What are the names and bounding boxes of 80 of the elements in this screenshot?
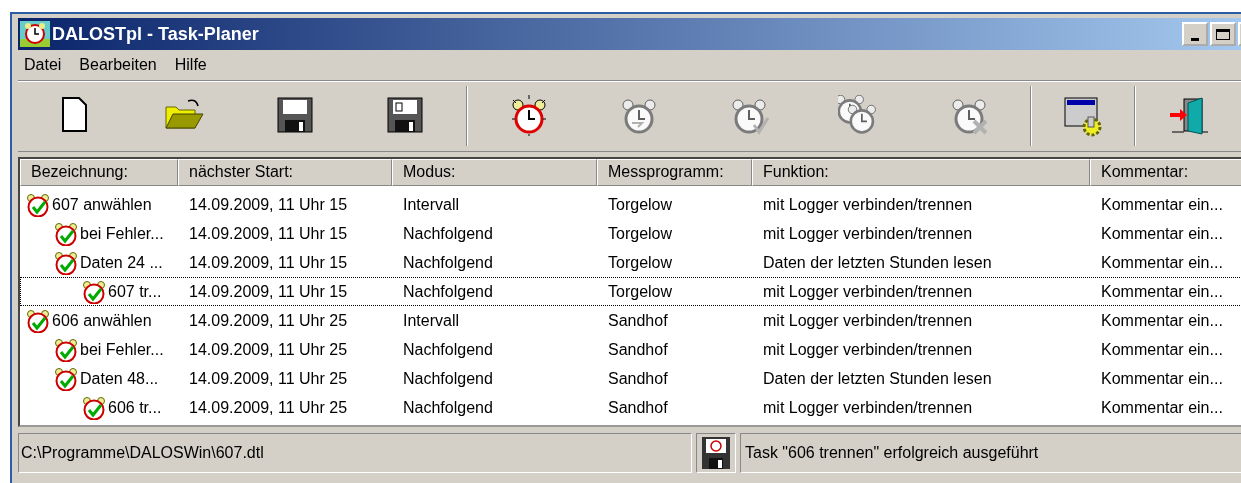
status-message: Task "606 trennen" erfolgreich ausgeführt — [745, 444, 1039, 462]
table-cell: 14.09.2009, 11 Uhr 15 — [189, 224, 348, 243]
table-cell: Torgelow — [608, 195, 673, 214]
table-cell: Kommentar ein... — [1101, 311, 1223, 330]
menu-item[interactable]: Bearbeiten — [73, 56, 163, 74]
table-cell: 14.09.2009, 11 Uhr 15 — [189, 253, 348, 272]
task-row[interactable]: 606 anwählen 14.09.2009, 11 Uhr 25 Intervall Sandhof mit Logger verbinden/trennen Kommentar ein... — [20, 306, 1241, 335]
table-cell: Sandhof — [608, 340, 668, 359]
table-cell: Daten der letzten Stunden lesen — [763, 253, 992, 272]
alarm-clock-check-icon — [81, 395, 107, 420]
maximize-button[interactable] — [1210, 22, 1236, 46]
table-cell: mit Logger verbinden/trennen — [763, 282, 973, 301]
file-path: C:\Programme\DALOSWin\607.dtl — [21, 444, 264, 462]
table-cell: 14.09.2009, 11 Uhr 25 — [189, 369, 348, 388]
window-gear-icon — [1062, 95, 1104, 137]
table-cell: Torgelow — [608, 253, 673, 272]
alarm-clock-check-icon — [53, 337, 79, 362]
task-name: Daten 24 ... — [80, 253, 163, 272]
table-cell: Nachfolgend — [403, 282, 493, 301]
task-name: 607 anwählen — [52, 195, 152, 214]
table-cell: Nachfolgend — [403, 340, 493, 359]
table-cell: Kommentar ein... — [1101, 253, 1223, 272]
table-cell: 14.09.2009, 11 Uhr 15 — [189, 282, 348, 301]
task-row[interactable]: bei Fehler... 14.09.2009, 11 Uhr 15 Nachfolgend Torgelow mit Logger verbinden/trennen Kommentar ein... — [20, 219, 1241, 248]
table-cell: 14.09.2009, 11 Uhr 15 — [189, 195, 348, 214]
table-cell: 14.09.2009, 11 Uhr 25 — [189, 340, 348, 359]
table-cell: mit Logger verbinden/trennen — [763, 195, 973, 214]
task-name: bei Fehler... — [80, 224, 164, 243]
task-row[interactable]: Daten 48... 14.09.2009, 11 Uhr 25 Nachfolgend Sandhof Daten der letzten Stunden lesen Kommentar ein... — [20, 364, 1241, 393]
table-cell: Nachfolgend — [403, 253, 493, 272]
alarm-clock-check-icon — [53, 221, 79, 246]
table-cell: Kommentar ein... — [1101, 398, 1223, 417]
column-header[interactable]: Funktion: — [752, 159, 1090, 186]
column-header[interactable]: Bezeichnung: — [20, 159, 178, 186]
window-title: DALOSTpl - Task-Planer — [52, 23, 260, 45]
table-cell: 14.09.2009, 11 Uhr 25 — [189, 398, 348, 417]
table-cell: Intervall — [403, 311, 460, 330]
task-row[interactable]: 607 tr... 14.09.2009, 11 Uhr 15 Nachfolgend Torgelow mit Logger verbinden/trennen Kommentar ein... — [20, 277, 1241, 306]
task-name: 606 tr... — [108, 398, 162, 417]
alarm-clock-check-icon — [25, 192, 51, 217]
task-row[interactable]: bei Fehler... 14.09.2009, 11 Uhr 25 Nachfolgend Sandhof mit Logger verbinden/trennen Kommentar ein... — [20, 335, 1241, 364]
table-cell: Sandhof — [608, 311, 668, 330]
menu-item[interactable]: Datei — [18, 56, 68, 74]
column-header[interactable]: Modus: — [392, 159, 597, 186]
table-cell: Kommentar ein... — [1101, 224, 1223, 243]
table-cell: mit Logger verbinden/trennen — [763, 340, 973, 359]
table-cell: Nachfolgend — [403, 398, 493, 417]
alarm-clock-check-icon — [53, 366, 79, 391]
table-cell: Kommentar ein... — [1101, 282, 1223, 301]
table-cell: mit Logger verbinden/trennen — [763, 224, 973, 243]
task-name: bei Fehler... — [80, 340, 164, 359]
task-name: 606 anwählen — [52, 311, 152, 330]
column-header[interactable]: Messprogramm: — [597, 159, 752, 186]
table-cell: mit Logger verbinden/trennen — [763, 398, 973, 417]
table-cell: Nachfolgend — [403, 224, 493, 243]
table-cell: Kommentar ein... — [1101, 195, 1223, 214]
table-cell: Torgelow — [608, 224, 673, 243]
table-cell: mit Logger verbinden/trennen — [763, 311, 973, 330]
table-cell: Torgelow — [608, 282, 673, 301]
table-cell: Sandhof — [608, 369, 668, 388]
table-cell: Kommentar ein... — [1101, 369, 1223, 388]
task-row[interactable]: 606 tr... 14.09.2009, 11 Uhr 25 Nachfolgend Sandhof mit Logger verbinden/trennen Kommentar ein... — [20, 393, 1241, 422]
task-name: Daten 48... — [80, 369, 159, 388]
task-name: 607 tr... — [108, 282, 162, 301]
alarm-clock-check-icon — [25, 308, 51, 333]
alarm-clock-icon — [20, 21, 50, 47]
column-header[interactable]: nächster Start: — [178, 159, 392, 186]
table-cell: 14.09.2009, 11 Uhr 25 — [189, 311, 348, 330]
task-row[interactable]: 607 anwählen 14.09.2009, 11 Uhr 15 Intervall Torgelow mit Logger verbinden/trennen Kommentar ein... — [20, 190, 1241, 219]
alarm-clock-check-icon — [81, 279, 107, 304]
column-header[interactable]: Kommentar: — [1090, 159, 1241, 186]
table-cell: Kommentar ein... — [1101, 340, 1223, 359]
alarm-clock-check-icon — [53, 250, 79, 275]
table-cell: Daten der letzten Stunden lesen — [763, 369, 992, 388]
task-row[interactable]: Daten 24 ... 14.09.2009, 11 Uhr 15 Nachfolgend Torgelow Daten der letzten Stunden lesen Kommentar ein... — [20, 248, 1241, 277]
table-cell: Intervall — [403, 195, 460, 214]
minimize-button[interactable] — [1182, 22, 1208, 46]
menu-item[interactable]: Hilfe — [168, 56, 213, 74]
table-cell: Sandhof — [608, 398, 668, 417]
table-cell: Nachfolgend — [403, 369, 493, 388]
